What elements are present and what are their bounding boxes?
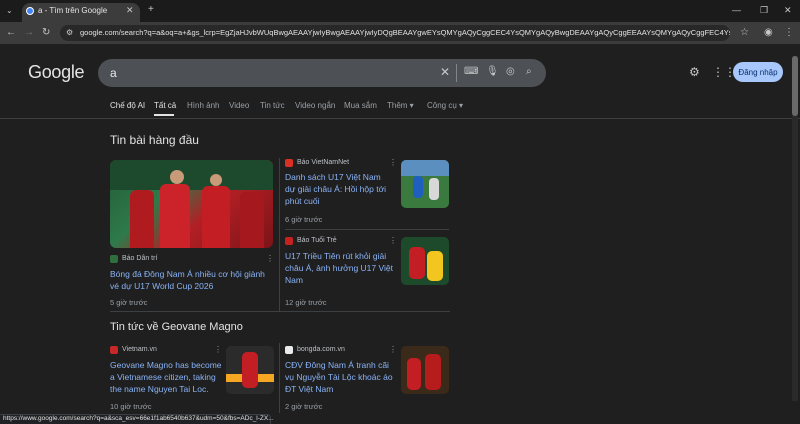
profile-icon[interactable]: ◉ xyxy=(764,28,773,38)
url-text: google.com/search?q=a&oq=a+&gs_lcrp=EgZj… xyxy=(80,28,730,37)
google-favicon-icon xyxy=(26,7,34,15)
google-logo[interactable]: Google xyxy=(28,62,85,83)
top-stories-title: Tin bài hàng đầu xyxy=(110,133,199,147)
settings-gear-icon[interactable]: ⚙ xyxy=(689,66,700,78)
clear-icon[interactable]: ✕ xyxy=(440,66,450,78)
more-options-icon[interactable]: ⋮ xyxy=(389,158,397,167)
story-thumbnail[interactable] xyxy=(226,346,274,394)
dantri-logo-icon xyxy=(110,255,118,263)
story-source[interactable]: Vietnam.vn xyxy=(122,346,157,353)
story-headline[interactable]: U17 Triều Tiên rút khỏi giải châu Á, ảnh… xyxy=(285,250,393,286)
tab-videos[interactable]: Video xyxy=(229,101,249,110)
tab-more-label: Thêm xyxy=(387,101,408,110)
more-options-icon[interactable]: ⋮ xyxy=(389,345,397,354)
status-url: https://www.google.com/search?q=a&sca_es… xyxy=(3,415,274,422)
tab-images[interactable]: Hình ảnh xyxy=(187,101,219,110)
scrollbar-thumb[interactable] xyxy=(792,56,798,116)
tab-strip: ⌄ a - Tìm trên Google ✕ + — ❐ ✕ xyxy=(0,0,800,22)
tab-tools[interactable]: Công cụ ▾ xyxy=(427,101,463,110)
lens-icon[interactable]: ◎ xyxy=(506,67,515,77)
tab-title: a - Tìm trên Google xyxy=(38,6,108,15)
story-source[interactable]: Báo Dân trí xyxy=(122,255,157,262)
story-headline[interactable]: Bóng đá Đông Nam Á nhiều cơ hội giành vé… xyxy=(110,268,275,292)
story-time: 12 giờ trước xyxy=(285,298,327,307)
microphone-icon[interactable]: 🎙 xyxy=(486,67,499,77)
header-divider xyxy=(0,118,800,119)
section-divider xyxy=(110,311,450,312)
search-divider xyxy=(456,64,457,82)
search-input[interactable]: a xyxy=(110,66,117,80)
forward-icon[interactable]: → xyxy=(24,28,34,38)
tab-news[interactable]: Tin tức xyxy=(260,101,285,110)
story-headline[interactable]: Danh sách U17 Việt Nam dự giải châu Á: H… xyxy=(285,171,393,207)
story-thumbnail[interactable] xyxy=(401,237,449,285)
tab-shopping[interactable]: Mua sắm xyxy=(344,101,377,110)
bookmark-star-icon[interactable]: ☆ xyxy=(740,28,749,38)
tuoitre-logo-icon xyxy=(285,237,293,245)
top-story-image[interactable] xyxy=(110,160,273,248)
active-tab-indicator xyxy=(154,114,174,116)
tab-tools-label: Công cụ xyxy=(427,101,457,110)
bongda-logo-icon xyxy=(285,346,293,354)
minimize-icon[interactable]: — xyxy=(732,5,741,15)
story-headline[interactable]: CĐV Đông Nam Á tranh cãi vụ Nguyễn Tài L… xyxy=(285,359,397,395)
column-divider xyxy=(279,158,280,311)
browser-tab[interactable]: a - Tìm trên Google ✕ xyxy=(22,3,140,22)
story-source[interactable]: Báo VietNamNet xyxy=(297,159,349,166)
column-divider xyxy=(279,343,280,413)
tab-all[interactable]: Tất cả xyxy=(154,101,176,110)
story-thumbnail[interactable] xyxy=(401,160,449,208)
vietnamvn-logo-icon xyxy=(110,346,118,354)
more-options-icon[interactable]: ⋮ xyxy=(389,236,397,245)
story-source[interactable]: bongda.com.vn xyxy=(297,346,345,353)
vietnamnet-logo-icon xyxy=(285,159,293,167)
close-window-icon[interactable]: ✕ xyxy=(784,5,792,15)
page-scrollbar[interactable] xyxy=(792,56,798,401)
story-headline[interactable]: Geovane Magno has become a Vietnamese ci… xyxy=(110,359,222,395)
story-time: 10 giờ trước xyxy=(110,402,152,411)
new-tab-button[interactable]: + xyxy=(148,5,154,15)
story-time: 2 giờ trước xyxy=(285,402,323,411)
address-bar[interactable]: ⚙ google.com/search?q=a&oq=a+&gs_lcrp=Eg… xyxy=(60,25,730,41)
tab-ai-mode[interactable]: Chế độ AI xyxy=(110,101,145,110)
menu-kebab-icon[interactable]: ⋮ xyxy=(784,28,794,38)
signin-button[interactable]: Đăng nhập xyxy=(733,62,783,82)
story-source[interactable]: Báo Tuổi Trẻ xyxy=(297,237,337,244)
close-tab-icon[interactable]: ✕ xyxy=(126,5,134,16)
reload-icon[interactable]: ↻ xyxy=(42,28,50,38)
site-info-icon[interactable]: ⚙ xyxy=(66,28,73,38)
more-options-icon[interactable]: ⋮ xyxy=(266,254,274,263)
maximize-icon[interactable]: ❐ xyxy=(760,5,768,15)
story-time: 6 giờ trước xyxy=(285,215,323,224)
story-thumbnail[interactable] xyxy=(401,346,449,394)
browser-toolbar: ← → ↻ ⚙ google.com/search?q=a&oq=a+&gs_l… xyxy=(0,22,800,44)
keyboard-icon[interactable]: ⌨ xyxy=(464,67,478,77)
more-options-icon[interactable]: ⋮ xyxy=(214,345,222,354)
search-box[interactable]: a ✕ ⌨ 🎙 ◎ ⌕ xyxy=(98,59,546,87)
tab-more[interactable]: Thêm ▾ xyxy=(387,101,414,110)
tab-search-icon[interactable]: ⌄ xyxy=(6,6,13,16)
geovane-section-title: Tin tức về Geovane Magno xyxy=(110,321,243,333)
back-icon[interactable]: ← xyxy=(6,28,16,38)
search-icon[interactable]: ⌕ xyxy=(526,67,532,77)
story-time: 5 giờ trước xyxy=(110,298,148,307)
story-divider xyxy=(285,229,449,230)
tab-short-videos[interactable]: Video ngắn xyxy=(295,101,335,110)
